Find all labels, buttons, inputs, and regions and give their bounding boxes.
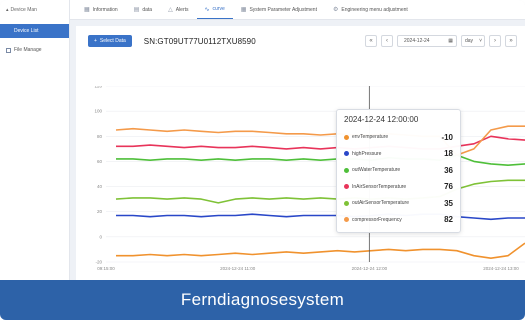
series-dot-icon <box>344 151 349 157</box>
x-tick-label: 2024-12-24 13:00 <box>483 266 519 271</box>
chevron-right-icon[interactable]: › <box>489 35 501 47</box>
select-data-button[interactable]: + Select Data <box>88 35 132 47</box>
tab-data[interactable]: ▤ data <box>126 0 160 19</box>
chevron-up-icon: ▴ <box>6 7 9 13</box>
series-line <box>116 213 525 221</box>
tab-label: curve <box>212 6 225 12</box>
tab-label: Engineering menu adjustment <box>341 6 408 13</box>
tooltip-row: outAirSensorTemperature 35 <box>344 195 453 212</box>
tooltip-title: 2024-12-24 12:00:00 <box>344 115 419 124</box>
date-value: 2024-12-24 <box>404 38 430 44</box>
tooltip-series-name: InAirSensorTemperature <box>352 183 407 190</box>
tab-label: data <box>142 6 153 13</box>
chevron-left-icon[interactable]: ‹ <box>381 35 393 47</box>
select-data-label: Select Data <box>99 38 126 44</box>
sidebar-header-label: Device Man <box>10 7 37 13</box>
tab-alerts[interactable]: △ Alerts <box>160 0 196 19</box>
tooltip-series-name: outWaterTemperature <box>352 167 401 174</box>
chevron-down-icon: ˅ <box>479 38 482 44</box>
curve-icon: ∿ <box>204 6 210 13</box>
gear-icon: ⚙ <box>332 7 339 13</box>
y-tick-label: 40 <box>97 184 103 189</box>
sidebar-item-label: Device List <box>14 28 39 34</box>
x-tick-label: 2024-12-24 12:00 <box>352 266 388 271</box>
chart-tooltip: 2024-12-24 12:00:00 envTemperature -10 hig… <box>336 109 461 233</box>
tab-information[interactable]: ▦ Information <box>76 0 126 19</box>
tooltip-series-value: 18 <box>444 149 453 159</box>
y-tick-label: 80 <box>97 134 103 139</box>
double-chevron-right-icon[interactable]: » <box>505 35 517 47</box>
tab-label: System Parameter Adjustment <box>249 6 317 13</box>
series-line <box>116 154 525 166</box>
tooltip-row: envTemperature -10 <box>344 129 453 146</box>
tab-system-parameter-adjustment[interactable]: ▦ System Parameter Adjustment <box>233 0 325 19</box>
series-dot-icon <box>344 217 349 223</box>
date-input[interactable]: 2024-12-24 ▦ <box>397 35 457 47</box>
tooltip-row: compressorFrequency 82 <box>344 212 453 229</box>
tooltip-series-value: 76 <box>444 182 453 192</box>
plus-icon: + <box>94 38 97 44</box>
x-tick-label: 09:15:00 <box>97 266 115 271</box>
series-dot-icon <box>344 167 349 173</box>
file-icon <box>6 47 11 53</box>
tab-engineering-menu-adjustment[interactable]: ⚙ Engineering menu adjustment <box>325 0 416 19</box>
unit-select[interactable]: day ˅ <box>461 35 485 47</box>
tooltip-row: outWaterTemperature 36 <box>344 162 453 179</box>
grid-icon: ▦ <box>240 7 247 13</box>
tab-label: Information <box>92 6 118 13</box>
series-dot-icon <box>344 134 349 140</box>
curve-panel: + Select Data SN:GT09UT77U0112TXU8590 « … <box>76 26 525 280</box>
date-navigator: « ‹ 2024-12-24 ▦ day ˅ › » <box>365 35 517 47</box>
tab-label: Alerts <box>175 6 189 13</box>
app-window: ▴ Device Man Device List File Manage ▦ I… <box>0 0 525 320</box>
alert-icon: △ <box>168 7 173 13</box>
info-icon: ▦ <box>84 7 90 13</box>
sidebar-item-file-manage[interactable]: File Manage <box>0 44 69 56</box>
tooltip-series-name: outAirSensorTemperature <box>352 200 409 207</box>
caption-bar: Ferndiagnosesystem <box>0 280 525 320</box>
series-line <box>116 242 525 259</box>
tooltip-rows: envTemperature -10 highPressure 18 outWaterT… <box>344 129 453 228</box>
series-dot-icon <box>344 184 349 190</box>
series-line <box>116 135 525 150</box>
serial-number: SN:GT09UT77U0112TXU8590 <box>143 36 256 46</box>
tooltip-series-name: envTemperature <box>352 134 389 141</box>
y-tick-label: 120 <box>94 86 102 89</box>
tab-bar: ▦ Information ▤ data △ Alerts ∿ curve ▦ … <box>70 0 525 20</box>
y-tick-label: 60 <box>97 159 103 164</box>
sidebar-item-label: File Manage <box>14 47 42 53</box>
x-tick-label: 2024-12-24 11:00 <box>220 266 256 271</box>
data-icon: ▤ <box>133 7 140 13</box>
series-line <box>115 125 525 156</box>
tooltip-series-name: highPressure <box>352 150 382 157</box>
tooltip-series-value: 35 <box>444 198 453 208</box>
double-chevron-left-icon[interactable]: « <box>365 35 377 47</box>
y-tick-label: 20 <box>97 209 103 214</box>
tooltip-series-value: -10 <box>441 132 453 142</box>
y-tick-label: 0 <box>99 234 102 239</box>
y-tick-label: -20 <box>95 260 102 265</box>
sidebar-item-device-list[interactable]: Device List <box>0 24 69 38</box>
sidebar-header[interactable]: ▴ Device Man <box>0 0 69 20</box>
tooltip-series-name: compressorFrequency <box>352 216 402 223</box>
y-tick-label: 100 <box>94 109 102 114</box>
tooltip-series-value: 82 <box>444 215 453 225</box>
tab-curve[interactable]: ∿ curve <box>196 0 233 19</box>
sidebar: ▴ Device Man Device List File Manage <box>0 0 70 280</box>
tooltip-series-value: 36 <box>444 165 453 175</box>
tooltip-row: InAirSensorTemperature 76 <box>344 179 453 196</box>
series-dot-icon <box>344 200 349 206</box>
series-line <box>115 179 525 204</box>
unit-value: day <box>465 38 474 44</box>
calendar-icon: ▦ <box>448 38 453 44</box>
tooltip-row: highPressure 18 <box>344 146 453 163</box>
